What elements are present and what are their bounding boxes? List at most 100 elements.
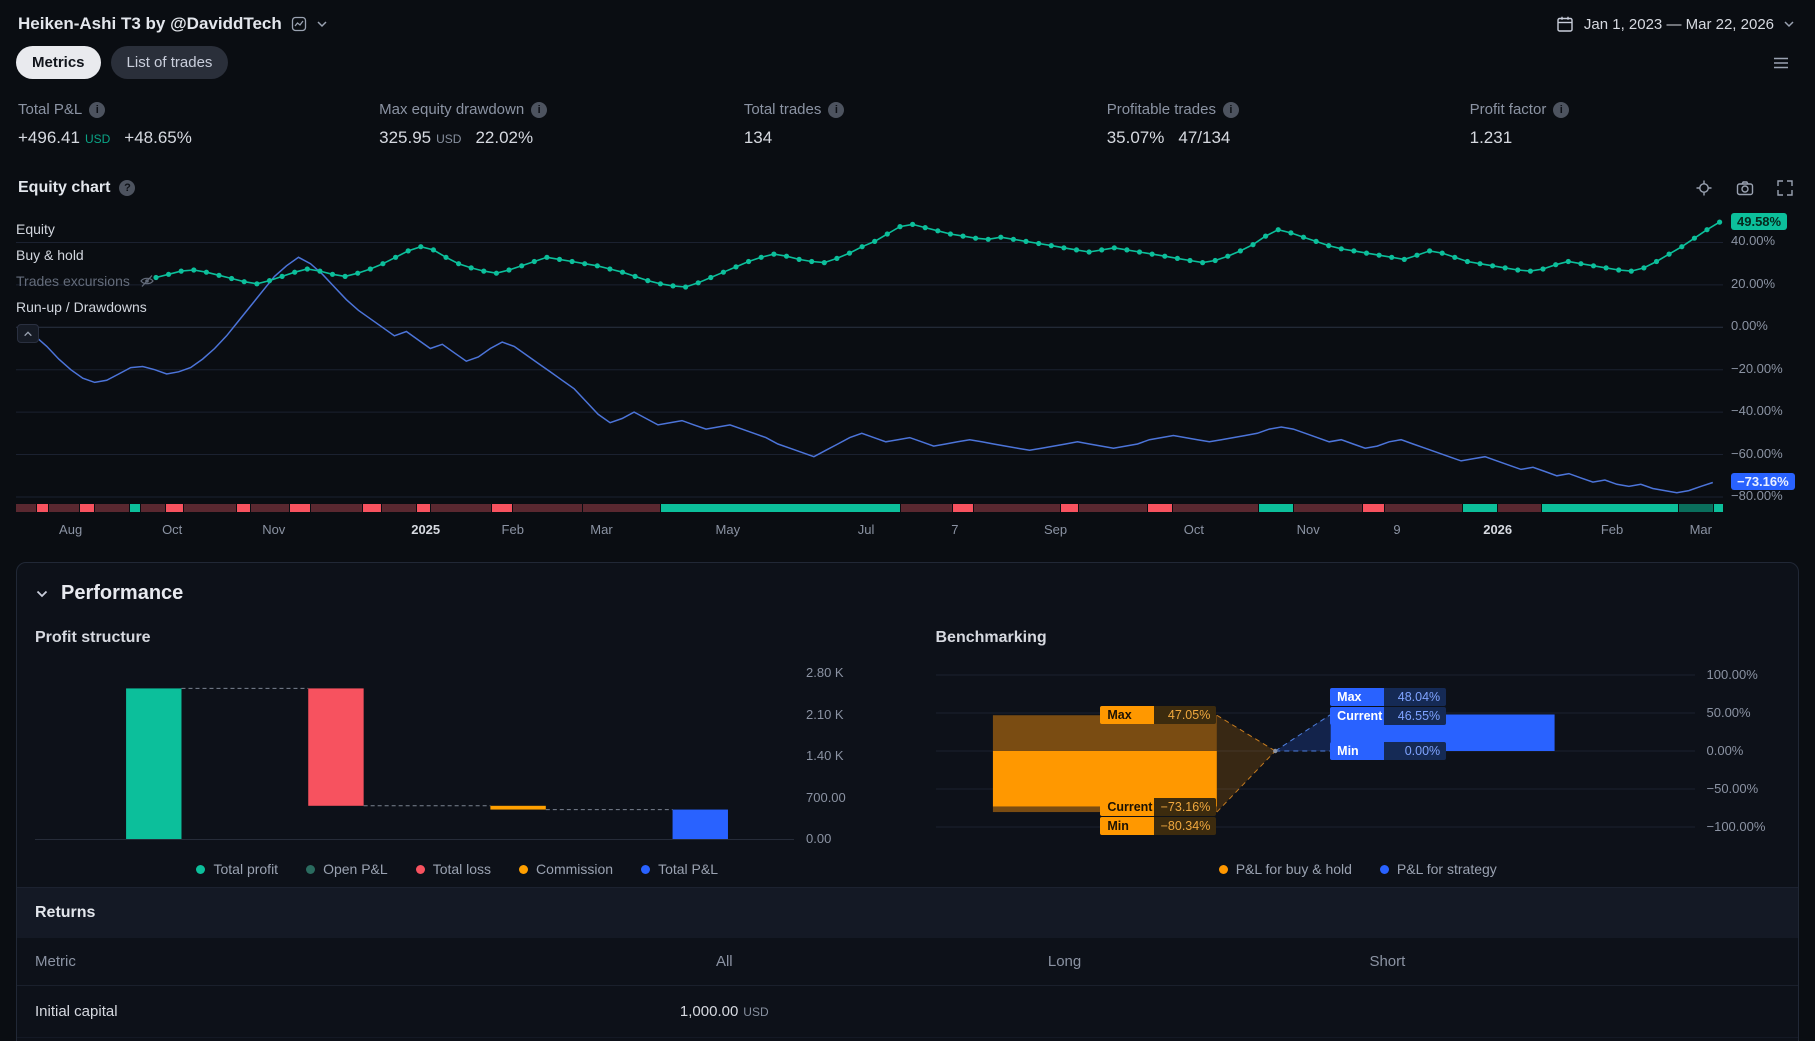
legend-item-label: Equity — [16, 221, 55, 237]
profit-y-tick: 0.00 — [806, 831, 832, 846]
stat-label-text: Profitable trades — [1106, 101, 1216, 118]
chart-snapshot-button[interactable] — [1727, 172, 1763, 204]
benchmark-y-tick: −50.00% — [1706, 781, 1759, 796]
tab-list-of-trades[interactable]: List of trades — [110, 46, 229, 79]
benchmarking-column: Benchmarking 100.00% 50.00% 0.00% −50.00% −1… — [935, 623, 1781, 877]
chart-settings-button[interactable] — [1686, 172, 1722, 204]
returns-row-initial-capital: Initial capital 1,000.00 USD — [17, 986, 1798, 1038]
performance-section-header[interactable]: Performance — [17, 563, 1798, 619]
runup-drawdown-strip[interactable] — [16, 504, 1723, 512]
runup-bar — [1541, 504, 1679, 512]
legend-label: P&L for buy & hold — [1235, 861, 1352, 877]
tab-metrics[interactable]: Metrics — [16, 46, 101, 79]
runup-bar — [1497, 504, 1541, 512]
stat-label-text: Total P&L — [18, 101, 83, 118]
stat-values: 1.231 — [1470, 128, 1797, 148]
equity-chart-help-icon[interactable]: ? — [119, 180, 136, 196]
buyhold-min-chip: Min −80.34% — [1100, 816, 1217, 835]
info-icon[interactable]: i — [1222, 101, 1239, 118]
stat-values: 134 — [744, 128, 1107, 148]
eye-off-icon — [140, 275, 154, 287]
info-icon[interactable]: i — [828, 101, 845, 118]
benchmarking-canvas — [935, 674, 1695, 828]
strategy-title-chevron-icon — [316, 18, 328, 30]
chip-label: Max — [1100, 706, 1155, 725]
gear-icon — [1696, 180, 1712, 196]
profit-structure-title: Profit structure — [35, 629, 151, 646]
equity-chart-actions — [1686, 172, 1803, 204]
legend-label: P&L for strategy — [1396, 861, 1497, 877]
returns-metric-name: Initial capital — [35, 1003, 118, 1020]
stat-values: 325.95 USD 22.02% — [379, 128, 744, 148]
date-range-picker[interactable]: Jan 1, 2023 — Mar 22, 2026 — [1555, 14, 1795, 34]
chart-fullscreen-button[interactable] — [1767, 172, 1803, 204]
stat-extra: 22.02% — [475, 128, 534, 147]
equity-chart-x-axis: Aug Oct Nov 2025 Feb Mar May Jul 7 Sep Oct Nov 9 2026… — [16, 518, 1723, 544]
performance-charts-row: Profit structure 2.80 K 2.10 K 1.40 K 700.0… — [17, 619, 1798, 887]
legend-item-buy-hold[interactable]: Buy & hold — [16, 242, 155, 268]
info-icon[interactable]: i — [531, 101, 548, 118]
stat-extra: +48.65% — [124, 128, 192, 147]
profit-y-tick: 2.80 K — [806, 665, 844, 680]
equity-chart-area[interactable]: Equity Buy & hold Trades excursions Run-up … — [0, 210, 1815, 546]
legend-item-run-up-drawdowns[interactable]: Run-up / Drawdowns — [16, 294, 155, 320]
runup-bar — [80, 504, 95, 512]
strategy-title-group[interactable]: Heiken-Ashi T3 by @DaviddTech — [18, 14, 328, 34]
profit-structure-legend: Total profit Open P&L Total loss Commission… — [35, 861, 880, 877]
profit-structure-chart[interactable]: 2.80 K 2.10 K 1.40 K 700.00 0.00 — [35, 665, 880, 846]
chip-label: Current — [1100, 797, 1155, 816]
benchmarking-chart[interactable]: 100.00% 50.00% 0.00% −50.00% −100.00% Max 47.0… — [935, 667, 1781, 845]
chevron-up-icon — [24, 330, 32, 336]
chip-value: 46.55% — [1384, 706, 1447, 725]
x-axis-label: 9 — [1393, 522, 1401, 537]
benchmark-y-tick: 50.00% — [1706, 705, 1751, 720]
date-range-chevron-icon — [1783, 18, 1795, 30]
expand-icon — [1777, 180, 1793, 196]
legend-item-p-l-for-buy-hold[interactable]: P&L for buy & hold — [1218, 861, 1352, 877]
stat-total-p-l: Total P&L i +496.41 USD +48.65% — [18, 101, 379, 148]
legend-item-p-l-for-strategy[interactable]: P&L for strategy — [1379, 861, 1497, 877]
runup-bar — [1259, 504, 1294, 512]
strategy-max-chip: Max 48.04% — [1330, 687, 1447, 706]
x-axis-label: Sep — [1043, 522, 1068, 537]
info-icon[interactable]: i — [1553, 101, 1570, 118]
chip-label: Max — [1330, 687, 1385, 706]
legend-item-trades-excursions[interactable]: Trades excursions — [16, 268, 155, 294]
legend-item-label: Run-up / Drawdowns — [16, 299, 147, 315]
benchmarking-title: Benchmarking — [935, 629, 1047, 646]
strategy-min-chip: Min 0.00% — [1330, 742, 1447, 760]
equity-chart-canvas[interactable] — [16, 210, 1723, 500]
report-layout-button[interactable] — [1763, 47, 1799, 79]
chip-value: 0.00% — [1384, 742, 1447, 760]
legend-dot — [1218, 864, 1228, 874]
legend-item-total-p-l[interactable]: Total P&L — [641, 861, 718, 877]
stat-value: +496.41 — [18, 128, 80, 147]
stat-label-text: Total trades — [743, 101, 822, 118]
runup-bar — [48, 504, 80, 512]
chip-label: Min — [1100, 816, 1155, 835]
stat-value: 325.95 — [379, 128, 432, 147]
legend-item-commission[interactable]: Commission — [519, 861, 613, 877]
stat-value: 134 — [743, 128, 773, 147]
legend-collapse-button[interactable] — [17, 324, 39, 343]
legend-item-open-p-l[interactable]: Open P&L — [306, 861, 388, 877]
runup-bar — [95, 504, 130, 512]
runup-bar — [130, 504, 141, 512]
stat-label-text: Profit factor — [1469, 101, 1547, 118]
info-icon[interactable]: i — [89, 101, 106, 118]
returns-value: 1,000.00 — [679, 1003, 739, 1020]
runup-bar — [251, 504, 289, 512]
legend-item-equity[interactable]: Equity — [16, 216, 155, 242]
legend-label: Open P&L — [323, 861, 388, 877]
y-axis-label: −80.00% — [1731, 487, 1783, 503]
runup-bar — [1060, 504, 1078, 512]
stat-total-trades: Total trades i 134 — [744, 101, 1107, 148]
strategy-current-chip: Current 46.55% — [1330, 706, 1447, 725]
legend-item-total-loss[interactable]: Total loss — [415, 861, 491, 877]
x-axis-label: Feb — [501, 522, 524, 537]
returns-col-spacer — [1536, 953, 1780, 970]
legend-dot — [519, 864, 529, 874]
x-axis-label: 2026 — [1483, 522, 1513, 537]
legend-item-total-profit[interactable]: Total profit — [196, 861, 278, 877]
chip-value: −80.34% — [1154, 816, 1217, 835]
